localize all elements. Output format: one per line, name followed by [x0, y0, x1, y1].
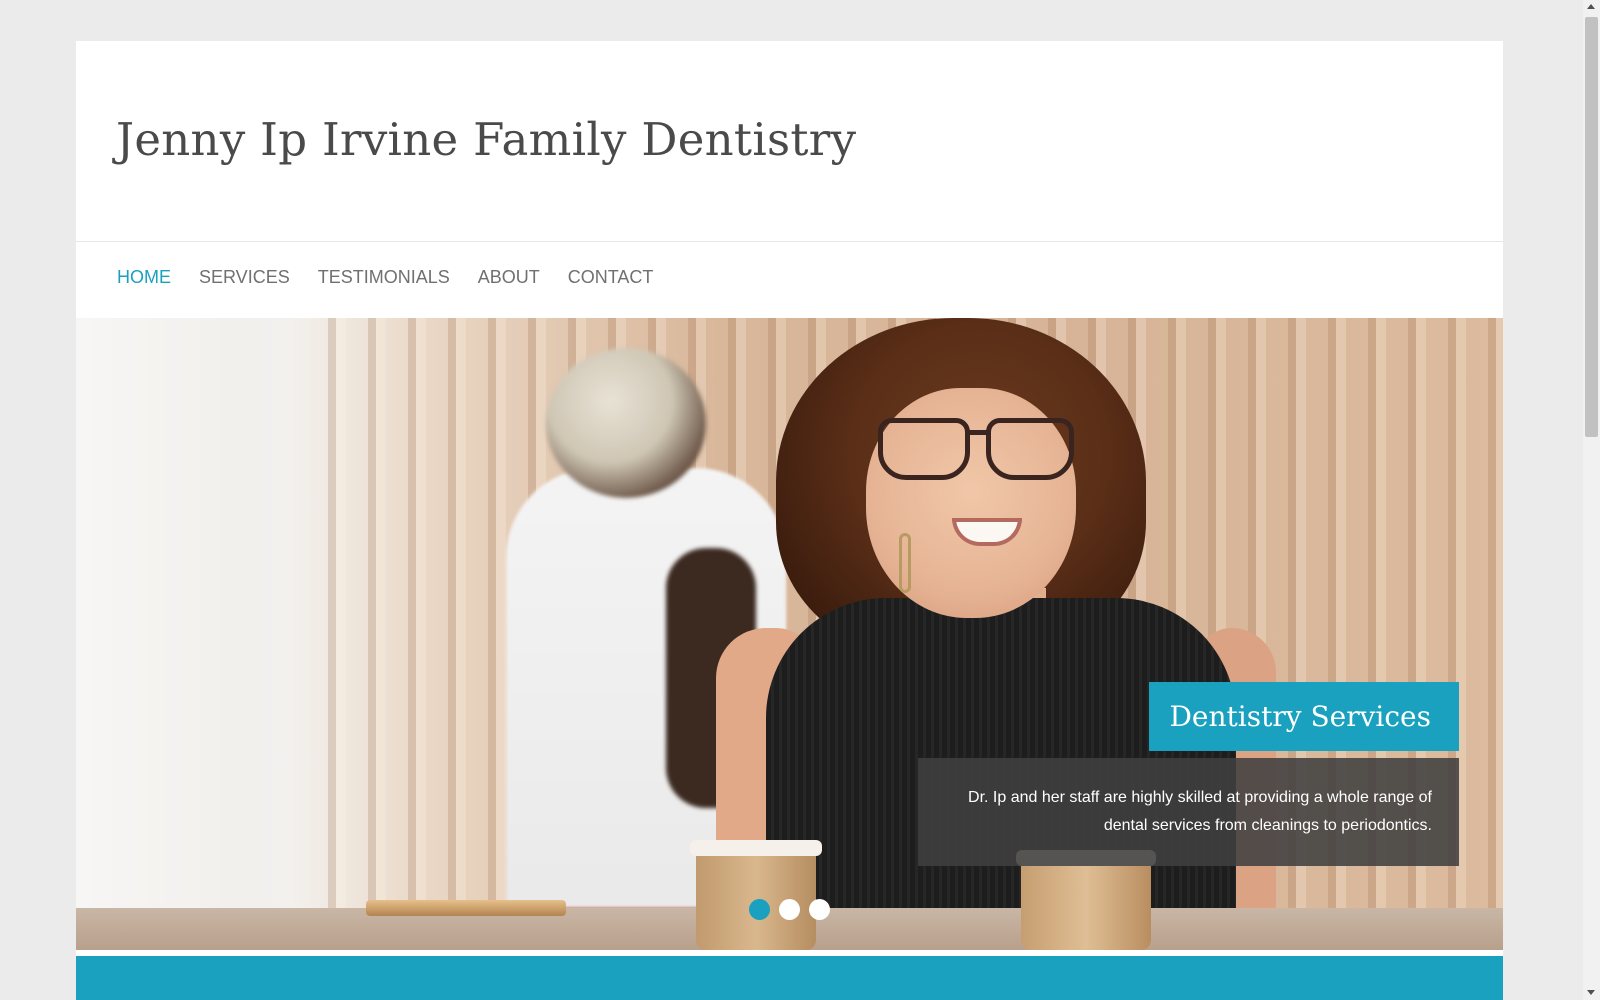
- nav-item-home[interactable]: HOME: [117, 267, 171, 288]
- hero-left-fade: [76, 318, 306, 950]
- site-title[interactable]: Jenny Ip Irvine Family Dentistry: [116, 113, 856, 166]
- hero-slider[interactable]: Dentistry Services Dr. Ip and her staff …: [76, 318, 1503, 950]
- intro-band: [76, 956, 1503, 1000]
- nav-item-about[interactable]: ABOUT: [478, 267, 540, 288]
- scrollbar-thumb[interactable]: [1585, 17, 1598, 437]
- page-scrollbar[interactable]: [1583, 0, 1600, 1000]
- slider-pagination: [749, 899, 830, 920]
- glasses-bridge: [966, 430, 990, 435]
- slide-caption-title: Dentistry Services: [1149, 682, 1459, 751]
- phone-on-table: [366, 900, 566, 916]
- slider-dot-3[interactable]: [809, 899, 830, 920]
- coffee-cup-left-lid: [690, 840, 822, 856]
- nav-item-services[interactable]: SERVICES: [199, 267, 290, 288]
- header-divider: [76, 241, 1503, 242]
- nav-item-testimonials[interactable]: TESTIMONIALS: [318, 267, 450, 288]
- earring: [899, 533, 911, 593]
- scroll-down-icon[interactable]: [1587, 990, 1595, 995]
- glasses-left-lens: [878, 418, 970, 480]
- slide-caption-text: Dr. Ip and her staff are highly skilled …: [918, 758, 1459, 866]
- slider-dot-1[interactable]: [749, 899, 770, 920]
- glasses-right-lens: [986, 418, 1074, 480]
- coffee-cup-right: [1021, 858, 1151, 950]
- site-header: Jenny Ip Irvine Family Dentistry: [76, 41, 1503, 241]
- nav-item-contact[interactable]: CONTACT: [568, 267, 654, 288]
- slider-dot-2[interactable]: [779, 899, 800, 920]
- background-person-head: [546, 348, 706, 498]
- page-container: Jenny Ip Irvine Family Dentistry HOME SE…: [76, 41, 1503, 1000]
- scroll-up-icon[interactable]: [1587, 4, 1595, 9]
- main-nav: HOME SERVICES TESTIMONIALS ABOUT CONTACT: [117, 267, 653, 288]
